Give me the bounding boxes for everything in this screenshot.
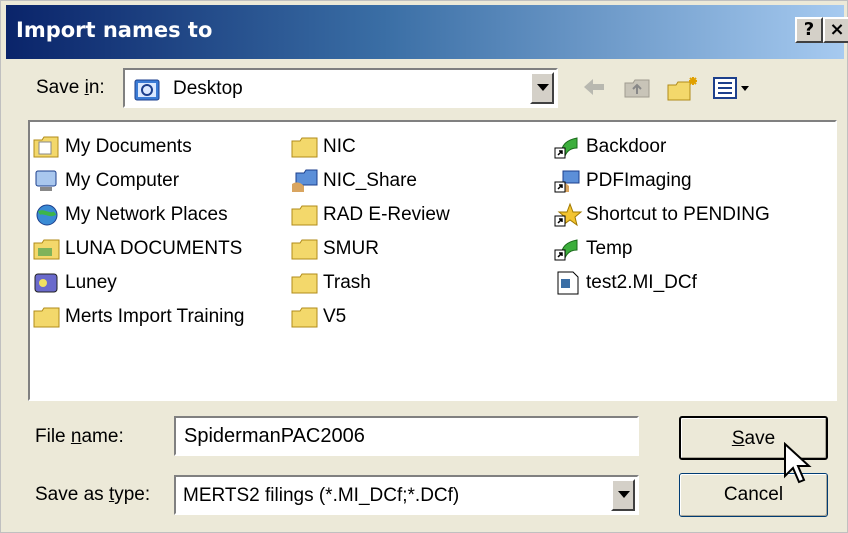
save-as-type-dropdown-arrow[interactable] [611, 479, 635, 511]
document-icon [553, 270, 583, 296]
file-list[interactable]: My Documents My Computer My Network Plac… [28, 120, 837, 401]
new-folder-icon[interactable] [666, 75, 700, 109]
list-item[interactable]: V5 [290, 300, 450, 334]
list-item[interactable]: PDFImaging [553, 164, 770, 198]
item-label: My Network Places [65, 204, 228, 225]
folder-icon [32, 236, 62, 262]
shortcut-icon [553, 134, 583, 160]
file-column-1: My Documents My Computer My Network Plac… [32, 130, 245, 334]
shared-folder-icon [290, 168, 320, 194]
network-places-icon [32, 202, 62, 228]
list-item[interactable]: Temp [553, 232, 770, 266]
drive-icon [32, 270, 62, 296]
save-in-value: Desktop [173, 78, 243, 99]
list-item[interactable]: test2.MI_DCf [553, 266, 770, 300]
file-name-input[interactable]: SpidermanPAC2006 [174, 416, 639, 456]
dialog-title: Import names to [16, 18, 213, 42]
item-label: Temp [586, 238, 633, 259]
item-label: PDFImaging [586, 170, 692, 191]
folder-icon [290, 134, 320, 160]
file-column-3: Backdoor PDFImaging Shortcut to PENDING … [553, 130, 770, 300]
item-label: Shortcut to PENDING [586, 204, 770, 225]
star-shortcut-icon [553, 202, 583, 228]
shortcut-icon [553, 236, 583, 262]
title-bar: Import names to ? × [6, 5, 848, 59]
list-item[interactable]: Shortcut to PENDING [553, 198, 770, 232]
list-item[interactable]: LUNA DOCUMENTS [32, 232, 245, 266]
file-name-label: File name: [35, 426, 124, 447]
back-arrow-icon[interactable] [581, 75, 607, 105]
list-item[interactable]: SMUR [290, 232, 450, 266]
desktop-icon [133, 77, 163, 109]
my-computer-icon [32, 168, 62, 194]
folder-icon [290, 202, 320, 228]
save-in-dropdown[interactable]: Desktop [123, 68, 558, 108]
list-item[interactable]: Merts Import Training [32, 300, 245, 334]
save-as-type-dropdown[interactable]: MERTS2 filings (*.MI_DCf;*.DCf) [174, 475, 639, 515]
item-label: RAD E-Review [323, 204, 450, 225]
close-button[interactable]: × [823, 17, 848, 43]
save-as-type-label: Save as type: [35, 484, 151, 505]
item-label: NIC [323, 136, 356, 157]
list-item[interactable]: Luney [32, 266, 245, 300]
item-label: SMUR [323, 238, 379, 259]
save-as-type-value: MERTS2 filings (*.MI_DCf;*.DCf) [183, 485, 460, 506]
item-label: My Documents [65, 136, 192, 157]
save-in-label: Save in: [36, 77, 105, 98]
item-label: NIC_Share [323, 170, 417, 191]
item-label: Backdoor [586, 136, 667, 157]
folder-icon [32, 304, 62, 330]
list-item[interactable]: Trash [290, 266, 450, 300]
item-label: V5 [323, 306, 347, 327]
save-in-dropdown-arrow[interactable] [530, 72, 554, 104]
up-folder-icon[interactable] [623, 75, 653, 107]
item-label: test2.MI_DCf [586, 272, 697, 293]
item-label: Luney [65, 272, 117, 293]
item-label: LUNA DOCUMENTS [65, 238, 243, 259]
folder-icon [290, 236, 320, 262]
file-column-2: NIC NIC_Share RAD E-Review SMUR Trash V5 [290, 130, 450, 334]
list-item[interactable]: NIC_Share [290, 164, 450, 198]
list-item[interactable]: My Computer [32, 164, 245, 198]
list-item[interactable]: Backdoor [553, 130, 770, 164]
import-dialog: Import names to ? × Save in: Desktop My … [0, 0, 848, 533]
folder-icon [290, 270, 320, 296]
list-item[interactable]: RAD E-Review [290, 198, 450, 232]
list-item[interactable]: NIC [290, 130, 450, 164]
help-button[interactable]: ? [795, 17, 823, 43]
list-item[interactable]: My Documents [32, 130, 245, 164]
item-label: Trash [323, 272, 371, 293]
item-label: My Computer [65, 170, 180, 191]
folder-icon [290, 304, 320, 330]
item-label: Merts Import Training [65, 306, 245, 327]
list-item[interactable]: My Network Places [32, 198, 245, 232]
view-menu-icon[interactable] [712, 75, 752, 107]
my-documents-icon [32, 134, 62, 160]
mouse-cursor-icon [783, 441, 813, 492]
network-shortcut-icon [553, 168, 583, 194]
